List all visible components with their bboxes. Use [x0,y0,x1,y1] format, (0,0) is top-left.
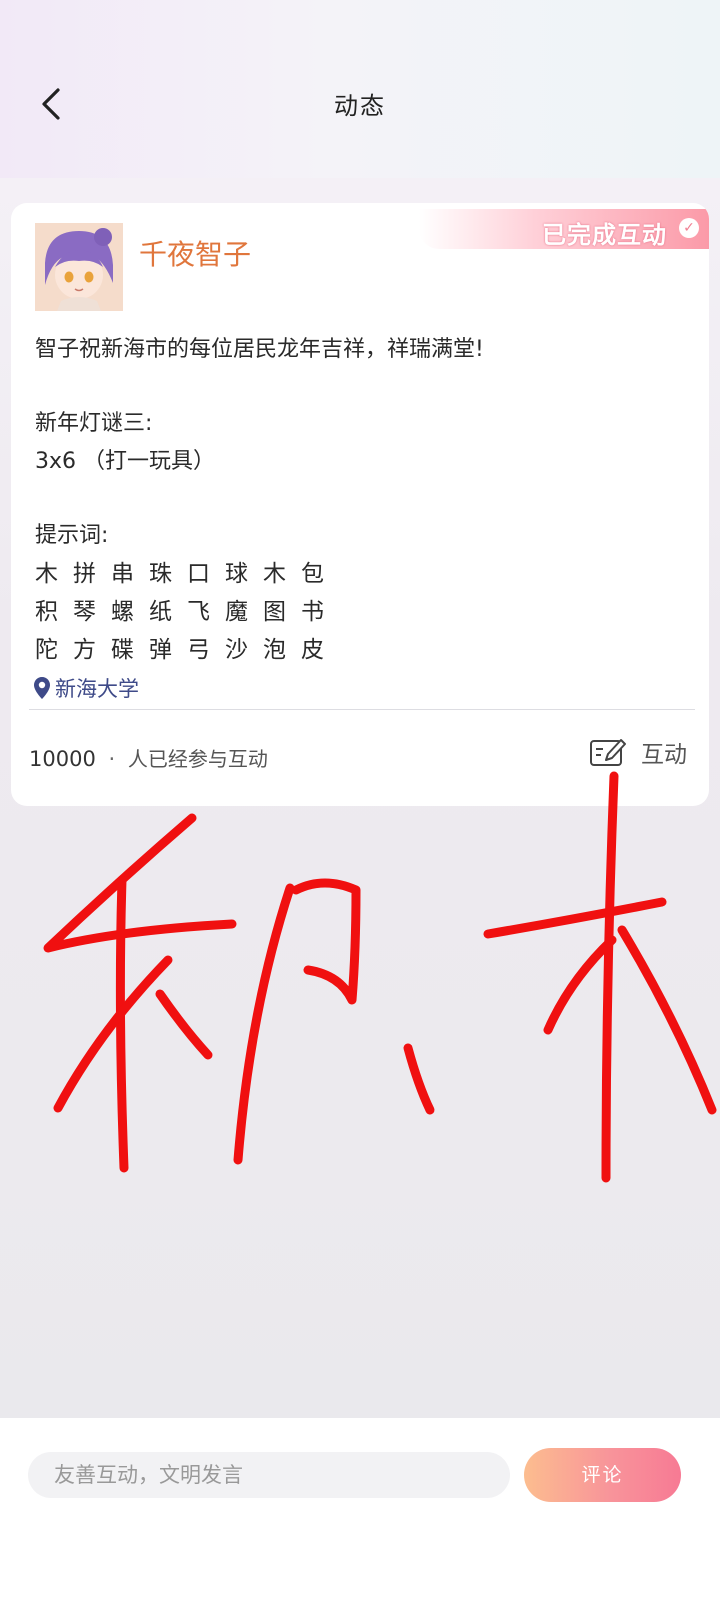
comment-bar: 评论 [0,1418,720,1600]
username[interactable]: 千夜智子 [139,233,251,273]
hint-char: 沙 [225,637,248,663]
hint-char: 拼 [73,561,96,587]
hint-char: 飞 [187,599,210,625]
hint-char: 碟 [111,637,134,663]
edit-note-icon [590,739,626,766]
ink-stroke [155,989,213,1060]
hint-char: 弓 [187,637,210,663]
ink-stroke [601,771,619,1183]
ink-stroke [543,935,617,1035]
hint-char: 纸 [149,599,172,625]
ink-stroke [291,878,361,1005]
anime-avatar-icon [35,223,123,311]
hint-char: 泡 [263,637,286,663]
hint-char: 木 [35,561,58,587]
ink-stroke [43,813,237,953]
ink-stroke [115,875,129,1173]
comment-button[interactable]: 评论 [524,1448,681,1502]
post-card: 千夜智子 已完成互动 ✓ 智子祝新海市的每位居民龙年吉祥，祥瑞满堂! 新年灯谜三… [11,203,709,806]
top-header: 动态 [0,0,720,178]
post-content: 智子祝新海市的每位居民龙年吉祥，祥瑞满堂! 新年灯谜三: 3x6 （打一玩具） … [35,331,685,669]
completed-badge: 已完成互动 ✓ [419,209,709,249]
interact-button[interactable]: 互动 [589,735,687,769]
location-pin-icon [34,677,50,699]
participant-text: 人已经参与互动 [127,747,268,771]
hint-char: 珠 [149,561,172,587]
post-line: 智子祝新海市的每位居民龙年吉祥，祥瑞满堂! [35,337,484,362]
location-tag[interactable]: 新海大学 [33,673,139,703]
hint-char: 积 [35,599,58,625]
participant-separator: · [108,747,116,771]
hint-char: 弹 [149,637,172,663]
ink-stroke [483,897,667,939]
participant-summary: 10000 · 人已经参与互动 [29,743,268,772]
hint-char: 书 [301,599,324,625]
post-line: 3x6 （打一玩具） [35,449,216,474]
hint-row: 陀 方 碟 弹 弓 沙 泡 皮 [35,631,685,669]
hint-char: 球 [225,561,248,587]
ink-stroke [233,883,295,1165]
hint-char: 皮 [301,637,324,663]
hint-char: 图 [263,599,286,625]
hint-char: 螺 [111,599,134,625]
badge-label: 已完成互动 [542,220,667,249]
hint-char: 木 [263,561,286,587]
hint-char: 魔 [225,599,248,625]
hint-row: 积 琴 螺 纸 飞 魔 图 书 [35,593,685,631]
ink-stroke [403,1043,435,1115]
participant-count: 10000 [29,747,96,771]
post-line: 新年灯谜三: [35,411,153,436]
hint-char: 串 [111,561,134,587]
comment-input[interactable] [28,1452,510,1498]
hint-char: 口 [187,561,210,587]
check-circle-icon: ✓ [679,218,699,238]
hint-row: 木 拼 串 珠 口 球 木 包 [35,555,685,593]
location-label: 新海大学 [55,677,139,701]
post-line: 提示词: [35,523,109,548]
divider [29,709,695,710]
ink-stroke [53,955,173,1113]
hint-char: 方 [73,637,96,663]
hint-char: 陀 [35,637,58,663]
avatar[interactable] [35,223,123,311]
ink-stroke [617,925,717,1115]
hint-char: 包 [301,561,324,587]
hint-char: 琴 [73,599,96,625]
interact-label: 互动 [641,742,687,768]
page-title: 动态 [334,92,386,120]
